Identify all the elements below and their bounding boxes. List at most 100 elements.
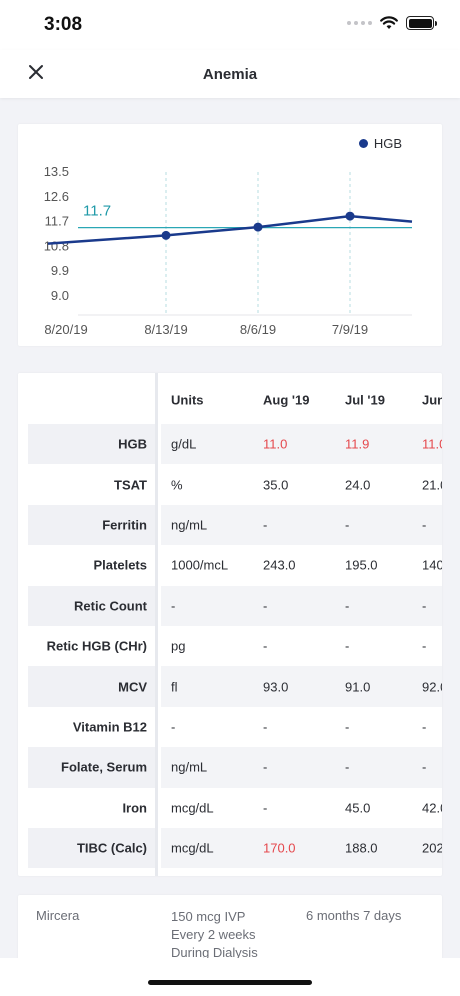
row-label-column: HGB TSAT Ferritin Platelets Retic Count Retic… xyxy=(18,373,158,876)
dose-line: Every 2 weeks xyxy=(171,927,256,942)
value-cell: 35.0 xyxy=(263,477,289,493)
value-cell: 24.0 xyxy=(345,477,371,493)
table-row[interactable]: ---- xyxy=(161,585,442,626)
hgb-data-point[interactable] xyxy=(345,211,355,221)
column-header: Jun '19 xyxy=(422,392,442,408)
table-row[interactable]: mcg/dL 170.0 188.0 202.0 xyxy=(161,827,442,869)
value-cell: 11.0 xyxy=(422,436,442,452)
row-label: Retic HGB (CHr) xyxy=(46,638,147,654)
column-header: Units xyxy=(171,392,204,408)
row-label: TSAT xyxy=(114,477,147,493)
medication-dose: 150 mcg IVP Every 2 weeks During Dialysi… xyxy=(171,908,258,962)
reference-value-label: 11.7 xyxy=(83,203,111,220)
value-cell: - xyxy=(422,598,427,614)
table-row[interactable]: g/dL 11.0 11.9 11.0 xyxy=(161,424,442,465)
units-cell: fl xyxy=(171,679,178,695)
value-cell: - xyxy=(345,759,350,775)
value-cell: 195.0 xyxy=(345,557,378,573)
y-tick-label: 11.7 xyxy=(45,214,69,229)
table-row-label: Platelets xyxy=(18,545,155,585)
units-cell: 1000/mcL xyxy=(171,557,229,573)
value-cell: - xyxy=(422,517,427,533)
legend-swatch xyxy=(358,139,368,148)
value-cell: 11.9 xyxy=(345,436,370,452)
row-label: Ferritin xyxy=(102,517,147,533)
home-area xyxy=(0,958,460,996)
value-cell: 140.0 xyxy=(422,557,442,573)
home-indicator[interactable] xyxy=(148,980,312,985)
value-cell: - xyxy=(263,598,268,614)
page-title: Anemia xyxy=(202,66,258,83)
medication-name: Mircera xyxy=(36,908,80,923)
table-row[interactable]: % 35.0 24.0 21.0 xyxy=(161,464,442,504)
table-row[interactable]: ng/mL - - - xyxy=(161,747,442,788)
value-cell: - xyxy=(345,598,350,614)
table-row[interactable]: 1000/mcL 243.0 195.0 140.0 xyxy=(161,545,442,585)
table-row[interactable]: pg - - - xyxy=(161,626,442,666)
hgb-data-point[interactable] xyxy=(161,230,171,240)
battery-icon xyxy=(406,16,437,30)
hgb-line-chart[interactable]: 13.5 12.6 11.7 10.8 9.9 9.0 11.7 8/20/19 8/13/19… xyxy=(18,124,442,346)
y-tick-label: 10.8 xyxy=(44,238,69,253)
status-time: 3:08 xyxy=(44,14,83,35)
x-tick-label: 8/13/19 xyxy=(144,322,187,337)
units-cell: mcg/dL xyxy=(171,840,214,856)
units-cell: ng/mL xyxy=(171,759,208,775)
y-tick-label: 9.0 xyxy=(51,288,69,303)
table-row[interactable]: mcg/dL - 45.0 42.0 xyxy=(161,788,442,828)
dose-line: 150 mcg IVP xyxy=(171,909,246,924)
row-label: HGB xyxy=(118,436,147,452)
row-label: Iron xyxy=(122,800,147,816)
value-cell: 45.0 xyxy=(345,800,371,816)
lab-results-table[interactable]: HGB TSAT Ferritin Platelets Retic Count Retic… xyxy=(18,373,442,876)
y-tick-label: 12.6 xyxy=(44,189,69,204)
chart-legend: HGB xyxy=(358,136,402,151)
table-header-spacer xyxy=(18,373,155,424)
value-cell: 243.0 xyxy=(263,557,296,573)
row-label: Folate, Serum xyxy=(61,759,147,775)
table-row[interactable]: ---- xyxy=(161,707,442,747)
table-row-label: Vitamin B12 xyxy=(18,707,155,747)
table-row-label: Retic Count xyxy=(28,585,155,626)
row-label: Retic Count xyxy=(74,598,147,614)
units-cell: % xyxy=(171,477,183,493)
value-cell: 188.0 xyxy=(345,840,378,856)
value-cell: - xyxy=(345,719,350,735)
column-header: Aug '19 xyxy=(263,392,310,408)
table-row-label: Folate, Serum xyxy=(28,747,155,788)
hgb-data-point[interactable] xyxy=(253,222,263,232)
column-header: Jul '19 xyxy=(345,392,385,408)
value-cell: - xyxy=(263,800,268,816)
value-cell: 202.0 xyxy=(422,840,442,856)
value-cell: - xyxy=(422,759,427,775)
table-row-label: MCV xyxy=(28,666,155,707)
y-tick-label: 13.5 xyxy=(44,164,69,179)
x-tick-label: 8/20/19 xyxy=(44,322,87,337)
x-tick-label: 8/6/19 xyxy=(240,322,276,337)
row-label: MCV xyxy=(118,679,147,695)
units-cell: - xyxy=(171,598,176,614)
table-row-label: Ferritin xyxy=(28,504,155,546)
table-row-label: Retic HGB (CHr) xyxy=(18,626,155,666)
y-tick-label: 9.9 xyxy=(51,263,69,278)
value-cell: - xyxy=(422,638,427,654)
hgb-chart-card: 13.5 12.6 11.7 10.8 9.9 9.0 11.7 8/20/19 8/13/19… xyxy=(18,124,442,346)
hgb-series-line xyxy=(47,214,413,245)
data-columns[interactable]: Units Aug '19 Jul '19 Jun '19 g/dL 11.0 11.9 11… xyxy=(161,373,442,876)
table-row-label: HGB xyxy=(28,424,155,465)
table-row-label: Iron xyxy=(18,788,155,828)
row-label: TIBC (Calc) xyxy=(76,840,147,856)
value-cell: 93.0 xyxy=(263,679,289,695)
value-cell: 92.0 xyxy=(422,679,442,695)
value-cell: - xyxy=(263,517,268,533)
value-cell: 42.0 xyxy=(422,800,442,816)
units-cell: pg xyxy=(171,638,186,654)
table-row[interactable]: fl 93.0 91.0 92.0 xyxy=(161,666,442,707)
value-cell: - xyxy=(263,638,268,654)
value-cell: - xyxy=(422,719,427,735)
x-tick-label: 7/9/19 xyxy=(332,322,368,337)
table-row[interactable]: ng/mL - - - xyxy=(161,504,442,546)
units-cell: - xyxy=(171,719,176,735)
value-cell: 21.0 xyxy=(422,477,442,493)
medication-card[interactable]: Mircera 150 mcg IVP Every 2 weeks During… xyxy=(18,895,442,965)
